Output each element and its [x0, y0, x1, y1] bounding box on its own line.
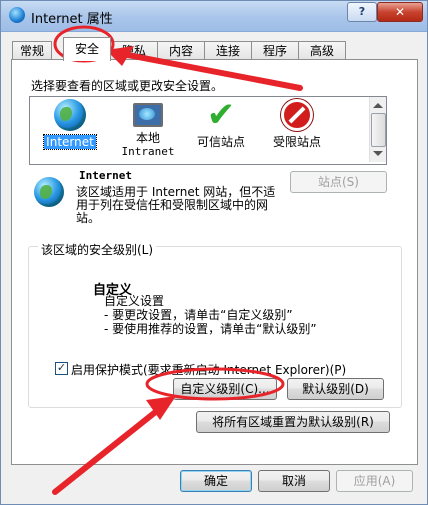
zone-item-trusted-sites[interactable]: ✔ 可信站点 — [190, 95, 252, 149]
globe-icon — [34, 177, 64, 207]
close-button[interactable]: ✕ — [377, 2, 423, 22]
default-level-button[interactable]: 默认级别(D) — [287, 378, 384, 400]
reset-all-zones-button[interactable]: 将所有区域重置为默认级别(R) — [196, 411, 390, 433]
custom-line: 自定义设置 — [104, 294, 165, 308]
custom-level-description: 自定义设置 - 要更改设置，请单击“自定义级别” - 要使用推荐的设置，请单击“… — [104, 294, 317, 336]
zone-label: 本地 — [135, 131, 160, 145]
custom-level-button[interactable]: 自定义级别(C)... — [173, 378, 277, 400]
scroll-thumb[interactable] — [371, 113, 386, 147]
cancel-button[interactable]: 取消 — [258, 470, 330, 492]
apply-button[interactable]: 应用(A) — [336, 470, 413, 492]
window-title: Internet 属性 — [31, 12, 113, 27]
tab-advanced[interactable]: 高级 — [298, 41, 346, 60]
zone-label-line2: Intranet — [121, 145, 175, 158]
tab-content[interactable]: 内容 — [157, 41, 205, 60]
selected-zone-title: Internet — [79, 169, 132, 182]
custom-line: - 要使用推荐的设置，请单击“默认级别” — [104, 322, 317, 336]
internet-properties-window: Internet 属性 ? ✕ 常规 安全 隐私 内容 连接 程序 高级 选择要… — [0, 0, 428, 505]
protected-mode-checkbox[interactable]: ✓ — [55, 362, 68, 375]
zone-label: 受限站点 — [272, 135, 321, 149]
tab-security[interactable]: 安全 — [63, 37, 111, 61]
custom-line: - 要更改设置，请单击“自定义级别” — [104, 308, 293, 322]
globe-icon — [54, 99, 86, 131]
zone-label: 可信站点 — [196, 135, 245, 149]
zone-item-restricted-sites[interactable]: 受限站点 — [266, 99, 328, 149]
restricted-sites-icon — [281, 99, 313, 131]
title-bar[interactable]: Internet 属性 ? ✕ — [1, 1, 427, 32]
ok-button[interactable]: 确定 — [180, 470, 252, 492]
tab-programs[interactable]: 程序 — [251, 41, 299, 60]
internet-explorer-icon — [9, 7, 25, 23]
sites-button[interactable]: 站点(S) — [290, 171, 387, 193]
tab-privacy[interactable]: 隐私 — [110, 41, 158, 60]
scroll-up-arrow-icon[interactable] — [373, 103, 383, 108]
zone-list-scrollbar[interactable] — [369, 97, 386, 162]
protected-mode-label[interactable]: 启用保护模式(要求重新启动 Internet Explorer)(P) — [71, 361, 346, 378]
help-button[interactable]: ? — [347, 2, 377, 22]
zone-instruction: 选择要查看的区域或更改安全设置。 — [31, 79, 224, 93]
zone-item-internet[interactable]: Internet — [40, 99, 100, 150]
zone-item-local-intranet[interactable]: 本地 Intranet — [118, 99, 178, 159]
zone-description: 该区域适用于 Internet 网站，但不适用于列在受信任和受限制区域中的网站。 — [76, 185, 276, 225]
scroll-down-arrow-icon[interactable] — [373, 151, 383, 156]
tab-general[interactable]: 常规 — [12, 41, 52, 60]
zone-label: Internet — [43, 134, 97, 150]
tab-connections[interactable]: 连接 — [204, 41, 252, 60]
local-intranet-icon — [133, 103, 163, 127]
zone-list[interactable]: Internet 本地 Intranet ✔ 可信站点 受限站点 — [29, 96, 387, 165]
security-level-title: 该区域的安全级别(L) — [38, 241, 157, 258]
trusted-sites-check-icon: ✔ — [206, 95, 236, 135]
